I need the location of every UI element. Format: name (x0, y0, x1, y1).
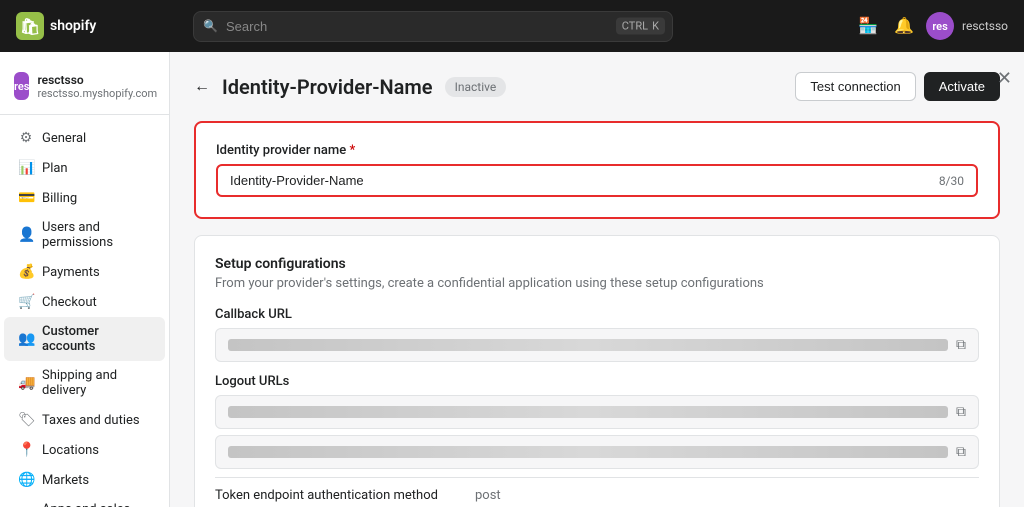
sidebar-store-url: resctsso.myshopify.com (37, 87, 157, 100)
copy-logout-url-1-icon[interactable]: ⧉ (956, 404, 966, 420)
sidebar-item-taxes[interactable]: 🏷 Taxes and duties (4, 405, 165, 435)
sidebar-item-label: Shipping and delivery (42, 368, 151, 398)
users-icon: 👤 (18, 227, 34, 243)
main-layout: res resctsso resctsso.myshopify.com ⚙ Ge… (0, 52, 1024, 507)
test-connection-button[interactable]: Test connection (795, 72, 915, 101)
topnav-avatar[interactable]: res (926, 12, 954, 40)
locations-icon: 📍 (18, 442, 34, 458)
search-icon: 🔍 (203, 19, 218, 33)
sidebar-item-label: General (42, 131, 86, 146)
identity-provider-name-card: Identity provider name * 8/30 (194, 121, 1000, 219)
customer-accounts-icon: 👥 (18, 331, 34, 347)
store-icon-btn[interactable]: 🏪 (854, 12, 882, 40)
info-val-token: post (475, 488, 501, 503)
topnav: 🛍 shopify 🔍 CTRL K 🏪 🔔 res resctsso (0, 0, 1024, 52)
sidebar: res resctsso resctsso.myshopify.com ⚙ Ge… (0, 52, 170, 507)
sidebar-avatar: res (14, 72, 29, 100)
sidebar-item-label: Apps and sales channels (42, 502, 151, 507)
page-title: Identity-Provider-Name (222, 75, 433, 99)
sidebar-item-locations[interactable]: 📍 Locations (4, 435, 165, 465)
callback-url-label: Callback URL (215, 307, 979, 322)
topnav-right: 🏪 🔔 res resctsso (854, 12, 1008, 40)
sidebar-user-info: resctsso resctsso.myshopify.com (37, 73, 157, 100)
copy-logout-url-2-icon[interactable]: ⧉ (956, 444, 966, 460)
sidebar-item-payments[interactable]: 💰 Payments (4, 257, 165, 287)
sidebar-item-general[interactable]: ⚙ General (4, 123, 165, 153)
logout-url-value-1 (228, 406, 948, 418)
sidebar-item-checkout[interactable]: 🛒 Checkout (4, 287, 165, 317)
setup-config-desc: From your provider's settings, create a … (215, 276, 979, 291)
search-shortcut: CTRL K (616, 18, 665, 35)
sidebar-user-section: res resctsso resctsso.myshopify.com (0, 64, 169, 115)
info-row-token: Token endpoint authentication method pos… (215, 478, 979, 507)
required-indicator: * (349, 143, 355, 158)
copy-callback-url-icon[interactable]: ⧉ (956, 337, 966, 353)
sidebar-item-label: Locations (42, 443, 99, 458)
sidebar-item-billing[interactable]: 💳 Billing (4, 183, 165, 213)
markets-icon: 🌐 (18, 472, 34, 488)
provider-name-label: Identity provider name * (216, 143, 978, 158)
sidebar-item-label: Customer accounts (42, 324, 151, 354)
logout-url-field-1: ⧉ (215, 395, 979, 429)
back-button[interactable]: ← (194, 78, 210, 96)
shopify-bag-icon: 🛍 (16, 12, 44, 40)
sidebar-item-apps[interactable]: 📦 Apps and sales channels (4, 495, 165, 507)
general-icon: ⚙ (18, 130, 34, 146)
page-header: ← Identity-Provider-Name Inactive Test c… (194, 72, 1000, 101)
info-key-token: Token endpoint authentication method (215, 488, 475, 503)
callback-url-field: ⧉ (215, 328, 979, 362)
sidebar-item-label: Billing (42, 191, 77, 206)
sidebar-item-markets[interactable]: 🌐 Markets (4, 465, 165, 495)
search-input[interactable] (193, 11, 673, 42)
provider-name-input[interactable] (230, 173, 939, 188)
shopify-logo: 🛍 shopify (16, 12, 96, 40)
header-actions: Test connection Activate (795, 72, 1000, 101)
sidebar-item-plan[interactable]: 📊 Plan (4, 153, 165, 183)
sidebar-item-users[interactable]: 👤 Users and permissions (4, 213, 165, 257)
close-button[interactable]: ✕ (993, 64, 1016, 93)
payments-icon: 💰 (18, 264, 34, 280)
provider-name-input-wrapper: 8/30 (216, 164, 978, 197)
sidebar-item-label: Plan (42, 161, 68, 176)
sidebar-item-shipping[interactable]: 🚚 Shipping and delivery (4, 361, 165, 405)
char-count: 8/30 (939, 174, 964, 188)
activate-button[interactable]: Activate (924, 72, 1000, 101)
info-table: Token endpoint authentication method pos… (215, 477, 979, 507)
sidebar-item-customer-accounts[interactable]: 👥 Customer accounts (4, 317, 165, 361)
setup-config-title: Setup configurations (215, 256, 979, 272)
sidebar-item-label: Checkout (42, 295, 97, 310)
sidebar-item-label: Payments (42, 265, 100, 280)
shipping-icon: 🚚 (18, 375, 34, 391)
sidebar-item-label: Markets (42, 473, 89, 488)
logout-urls-label: Logout URLs (215, 374, 979, 389)
shopify-wordmark: shopify (50, 18, 96, 34)
plan-icon: 📊 (18, 160, 34, 176)
taxes-icon: 🏷 (18, 412, 34, 428)
sidebar-user-name: resctsso (37, 73, 157, 87)
sidebar-item-label: Users and permissions (42, 220, 151, 250)
bell-icon-btn[interactable]: 🔔 (890, 12, 918, 40)
logout-url-field-2: ⧉ (215, 435, 979, 469)
search-bar[interactable]: 🔍 CTRL K (193, 11, 673, 42)
logout-url-value-2 (228, 446, 948, 458)
topnav-store-name: resctsso (962, 19, 1008, 33)
sidebar-item-label: Taxes and duties (42, 413, 140, 428)
main-content: ← Identity-Provider-Name Inactive Test c… (170, 52, 1024, 507)
status-badge: Inactive (445, 77, 507, 97)
callback-url-value (228, 339, 948, 351)
billing-icon: 💳 (18, 190, 34, 206)
setup-configurations-card: Setup configurations From your provider'… (194, 235, 1000, 507)
checkout-icon: 🛒 (18, 294, 34, 310)
close-panel: ✕ (993, 64, 1016, 93)
